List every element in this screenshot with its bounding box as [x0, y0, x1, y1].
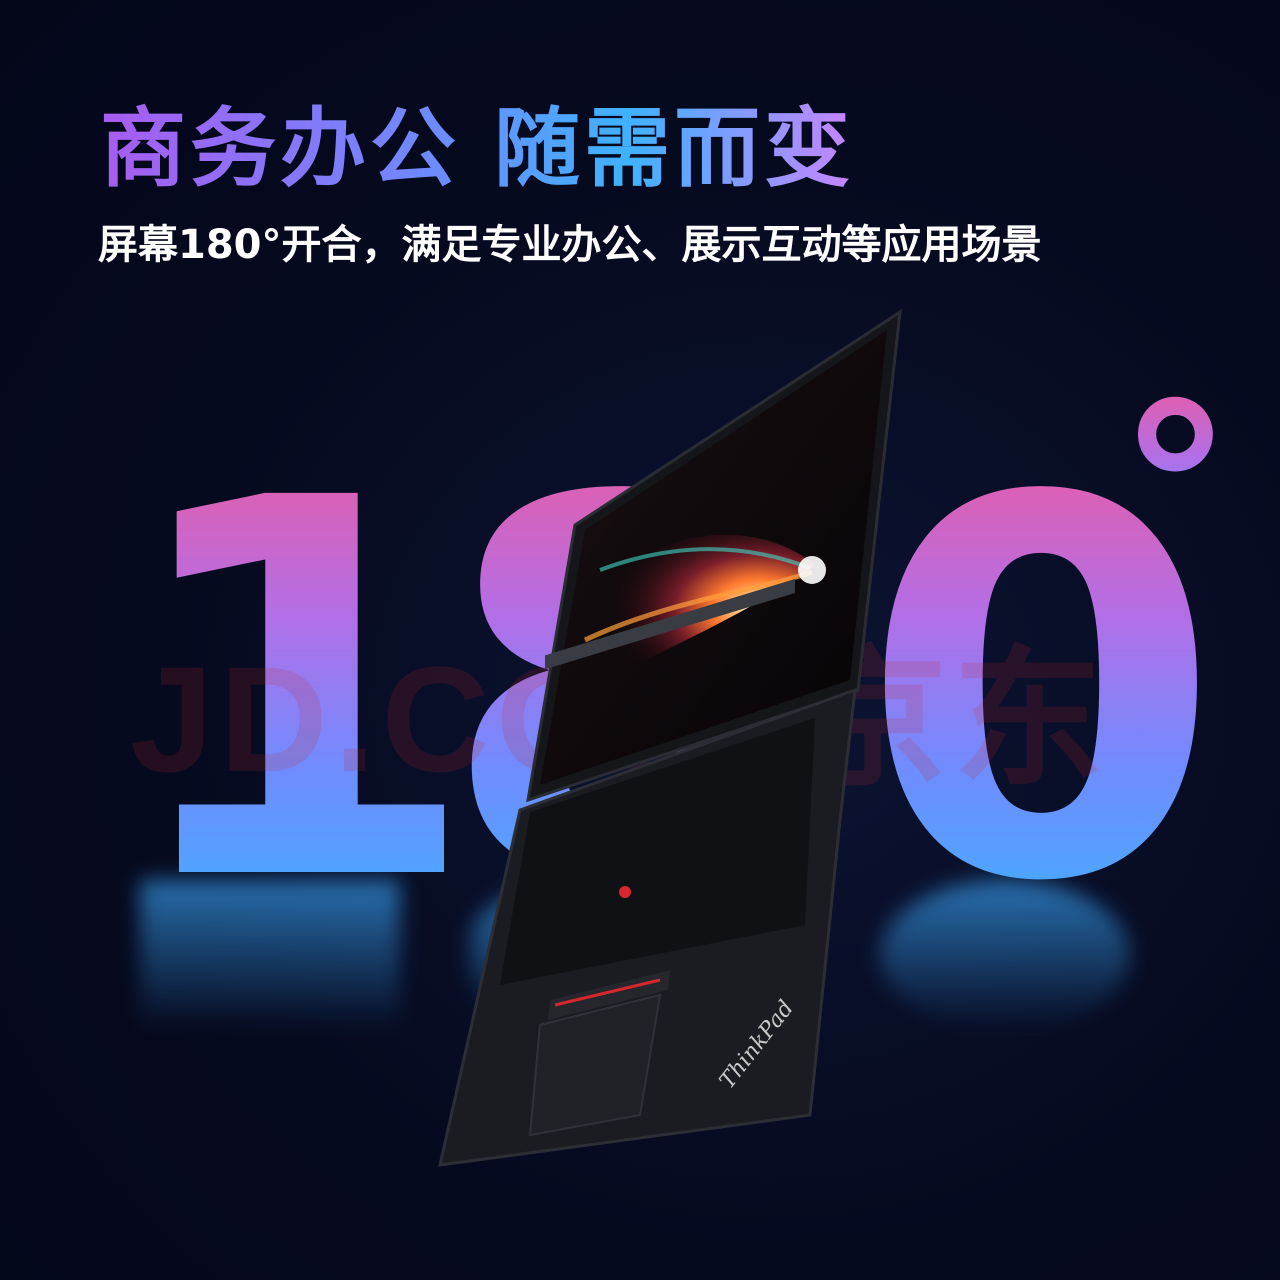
laptop-image: ThinkPad [438, 308, 902, 1167]
trackpoint [619, 886, 631, 898]
